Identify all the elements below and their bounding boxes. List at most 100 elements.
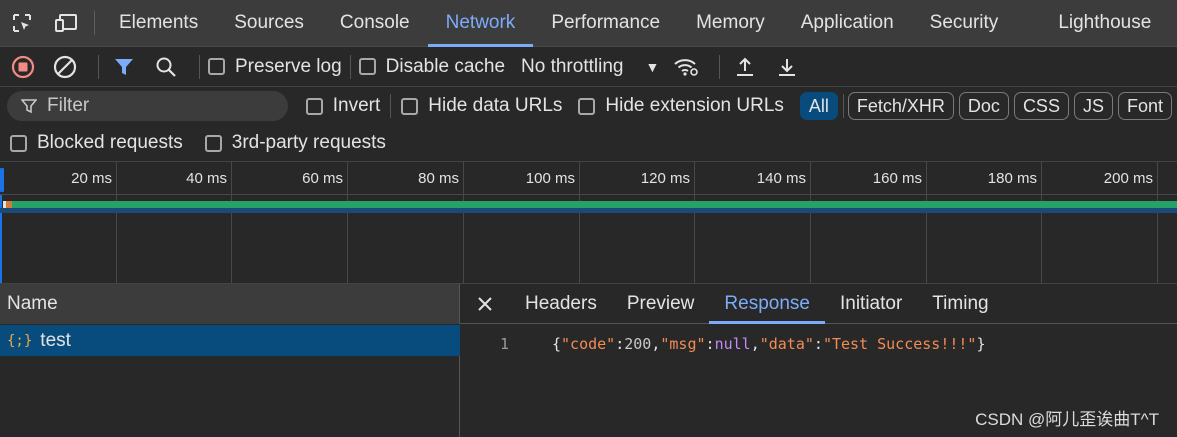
divider	[349, 54, 351, 79]
checkbox-box[interactable]	[208, 58, 225, 75]
request-list-empty-area	[0, 356, 460, 437]
tab-elements[interactable]: Elements	[101, 0, 216, 46]
wifi-settings-icon	[674, 58, 699, 76]
tab-performance[interactable]: Performance	[533, 0, 678, 46]
stop-recording-button[interactable]	[6, 52, 40, 82]
json-key: "data"	[759, 335, 814, 353]
throttling-select[interactable]: No throttling ▼	[521, 56, 659, 78]
checkbox-box[interactable]	[305, 97, 323, 115]
type-filter-fetch-xhr[interactable]: Fetch/XHR	[847, 92, 954, 120]
timeline-gridline	[926, 162, 927, 283]
hide-extension-urls-label: Hide extension URLs	[605, 95, 784, 116]
divider	[390, 94, 392, 118]
invert-label: Invert	[332, 95, 381, 116]
timeline-gridline	[579, 162, 580, 283]
type-filter-font[interactable]: Font	[1117, 92, 1172, 120]
fetch-request-icon: {;}	[7, 332, 33, 349]
disable-cache-checkbox[interactable]: Disable cache	[358, 55, 506, 78]
timeline-gridline	[463, 162, 464, 283]
tab-memory[interactable]: Memory	[678, 0, 783, 46]
blocked-requests-checkbox[interactable]: Blocked requests	[10, 132, 183, 154]
close-detail-button[interactable]	[460, 284, 510, 323]
type-filter-js[interactable]: JS	[1073, 92, 1113, 120]
timeline-tick-label: 120 ms	[640, 170, 690, 187]
json-brace: }	[976, 335, 986, 353]
download-icon	[779, 58, 796, 76]
device-toolbar-icon[interactable]	[44, 0, 88, 46]
type-filter-doc[interactable]: Doc	[958, 92, 1009, 120]
tab-lighthouse[interactable]: Lighthouse	[1016, 0, 1169, 46]
checkbox-box[interactable]	[10, 134, 27, 152]
chevron-down-icon: ▼	[645, 58, 660, 75]
hide-extension-urls-checkbox[interactable]: Hide extension URLs	[578, 95, 784, 117]
filter-toggle-button[interactable]	[107, 52, 141, 82]
request-load-bar	[0, 208, 1177, 213]
tab-security[interactable]: Security	[912, 0, 1017, 46]
type-filter-all[interactable]: All	[799, 92, 838, 120]
tab-sources[interactable]: Sources	[216, 0, 322, 46]
type-filter-css[interactable]: CSS	[1013, 92, 1069, 120]
filter-bar: Filter Invert Hide data URLs Hide extens…	[0, 87, 1177, 125]
record-icon	[11, 55, 35, 78]
hide-data-urls-checkbox[interactable]: Hide data URLs	[401, 95, 562, 117]
timeline-tick-label: 60 ms	[302, 170, 343, 187]
timeline-tick-label: 160 ms	[872, 170, 922, 187]
tab-response[interactable]: Response	[709, 284, 825, 324]
invert-checkbox[interactable]: Invert	[305, 95, 381, 117]
timeline-overview[interactable]: 20 ms 40 ms 60 ms 80 ms 100 ms 120 ms 140 ms 16…	[0, 162, 1177, 284]
tab-console[interactable]: Console	[322, 0, 428, 46]
request-detail-tabs: Headers Preview Response Initiator Timin…	[460, 284, 1177, 324]
timeline-tick-label: 140 ms	[756, 170, 806, 187]
timeline-gridline	[116, 162, 117, 283]
search-button[interactable]	[149, 52, 183, 82]
request-name: test	[40, 329, 71, 351]
tab-application[interactable]: Application	[783, 0, 912, 46]
tab-initiator[interactable]: Initiator	[825, 284, 917, 323]
clear-icon	[53, 55, 77, 78]
json-brace: {	[552, 335, 562, 353]
request-row-selected[interactable]: {;} test	[0, 325, 460, 356]
timeline-gridline	[231, 162, 232, 283]
third-party-requests-checkbox[interactable]: 3rd-party requests	[204, 132, 386, 154]
json-string: "Test Success!!!"	[822, 335, 977, 353]
overview-handle[interactable]	[0, 168, 4, 192]
divider	[842, 94, 844, 118]
hide-data-urls-label: Hide data URLs	[428, 95, 563, 116]
name-column-header[interactable]: Name	[0, 284, 460, 324]
json-key: "msg"	[660, 335, 706, 353]
timeline-tick-label: 80 ms	[418, 170, 459, 187]
json-number: 200	[624, 335, 652, 353]
tab-timing[interactable]: Timing	[917, 284, 1003, 323]
tab-network[interactable]: Network	[427, 0, 534, 47]
tab-preview[interactable]: Preview	[612, 284, 710, 323]
checkbox-box[interactable]	[358, 58, 376, 75]
timeline-gridline	[694, 162, 695, 283]
filter-input[interactable]: Filter	[7, 91, 288, 121]
checkbox-box[interactable]	[204, 134, 222, 152]
checkbox-box[interactable]	[578, 97, 596, 115]
tab-headers[interactable]: Headers	[510, 284, 612, 323]
timeline-tick-label: 100 ms	[525, 170, 575, 187]
throttling-value: No throttling	[521, 55, 624, 77]
line-number: 1	[500, 335, 510, 353]
third-party-requests-label: 3rd-party requests	[231, 132, 386, 153]
timeline-tick-label: 200 ms	[1103, 170, 1153, 187]
clear-button[interactable]	[48, 52, 82, 82]
import-har-button[interactable]	[728, 52, 762, 82]
timeline-tick-label: 180 ms	[987, 170, 1037, 187]
export-har-button[interactable]	[770, 52, 804, 82]
close-icon	[478, 296, 492, 311]
timeline-gridline	[1157, 162, 1158, 283]
preserve-log-checkbox[interactable]: Preserve log	[208, 56, 342, 78]
more-filters-row: Blocked requests 3rd-party requests	[0, 125, 1177, 162]
preserve-log-label: Preserve log	[235, 55, 342, 77]
checkbox-box[interactable]	[401, 97, 419, 115]
timeline-tick-label: 20 ms	[71, 170, 112, 187]
timeline-gridline	[810, 162, 811, 283]
network-toolbar: Preserve log Disable cache No throttling…	[0, 47, 1177, 87]
network-conditions-button[interactable]	[669, 52, 703, 82]
response-code-line: {"code":200,"msg":null,"data":"Test Succ…	[552, 335, 986, 353]
disable-cache-label: Disable cache	[385, 55, 506, 77]
inspect-element-icon[interactable]	[0, 0, 44, 46]
blocked-requests-label: Blocked requests	[37, 132, 183, 153]
